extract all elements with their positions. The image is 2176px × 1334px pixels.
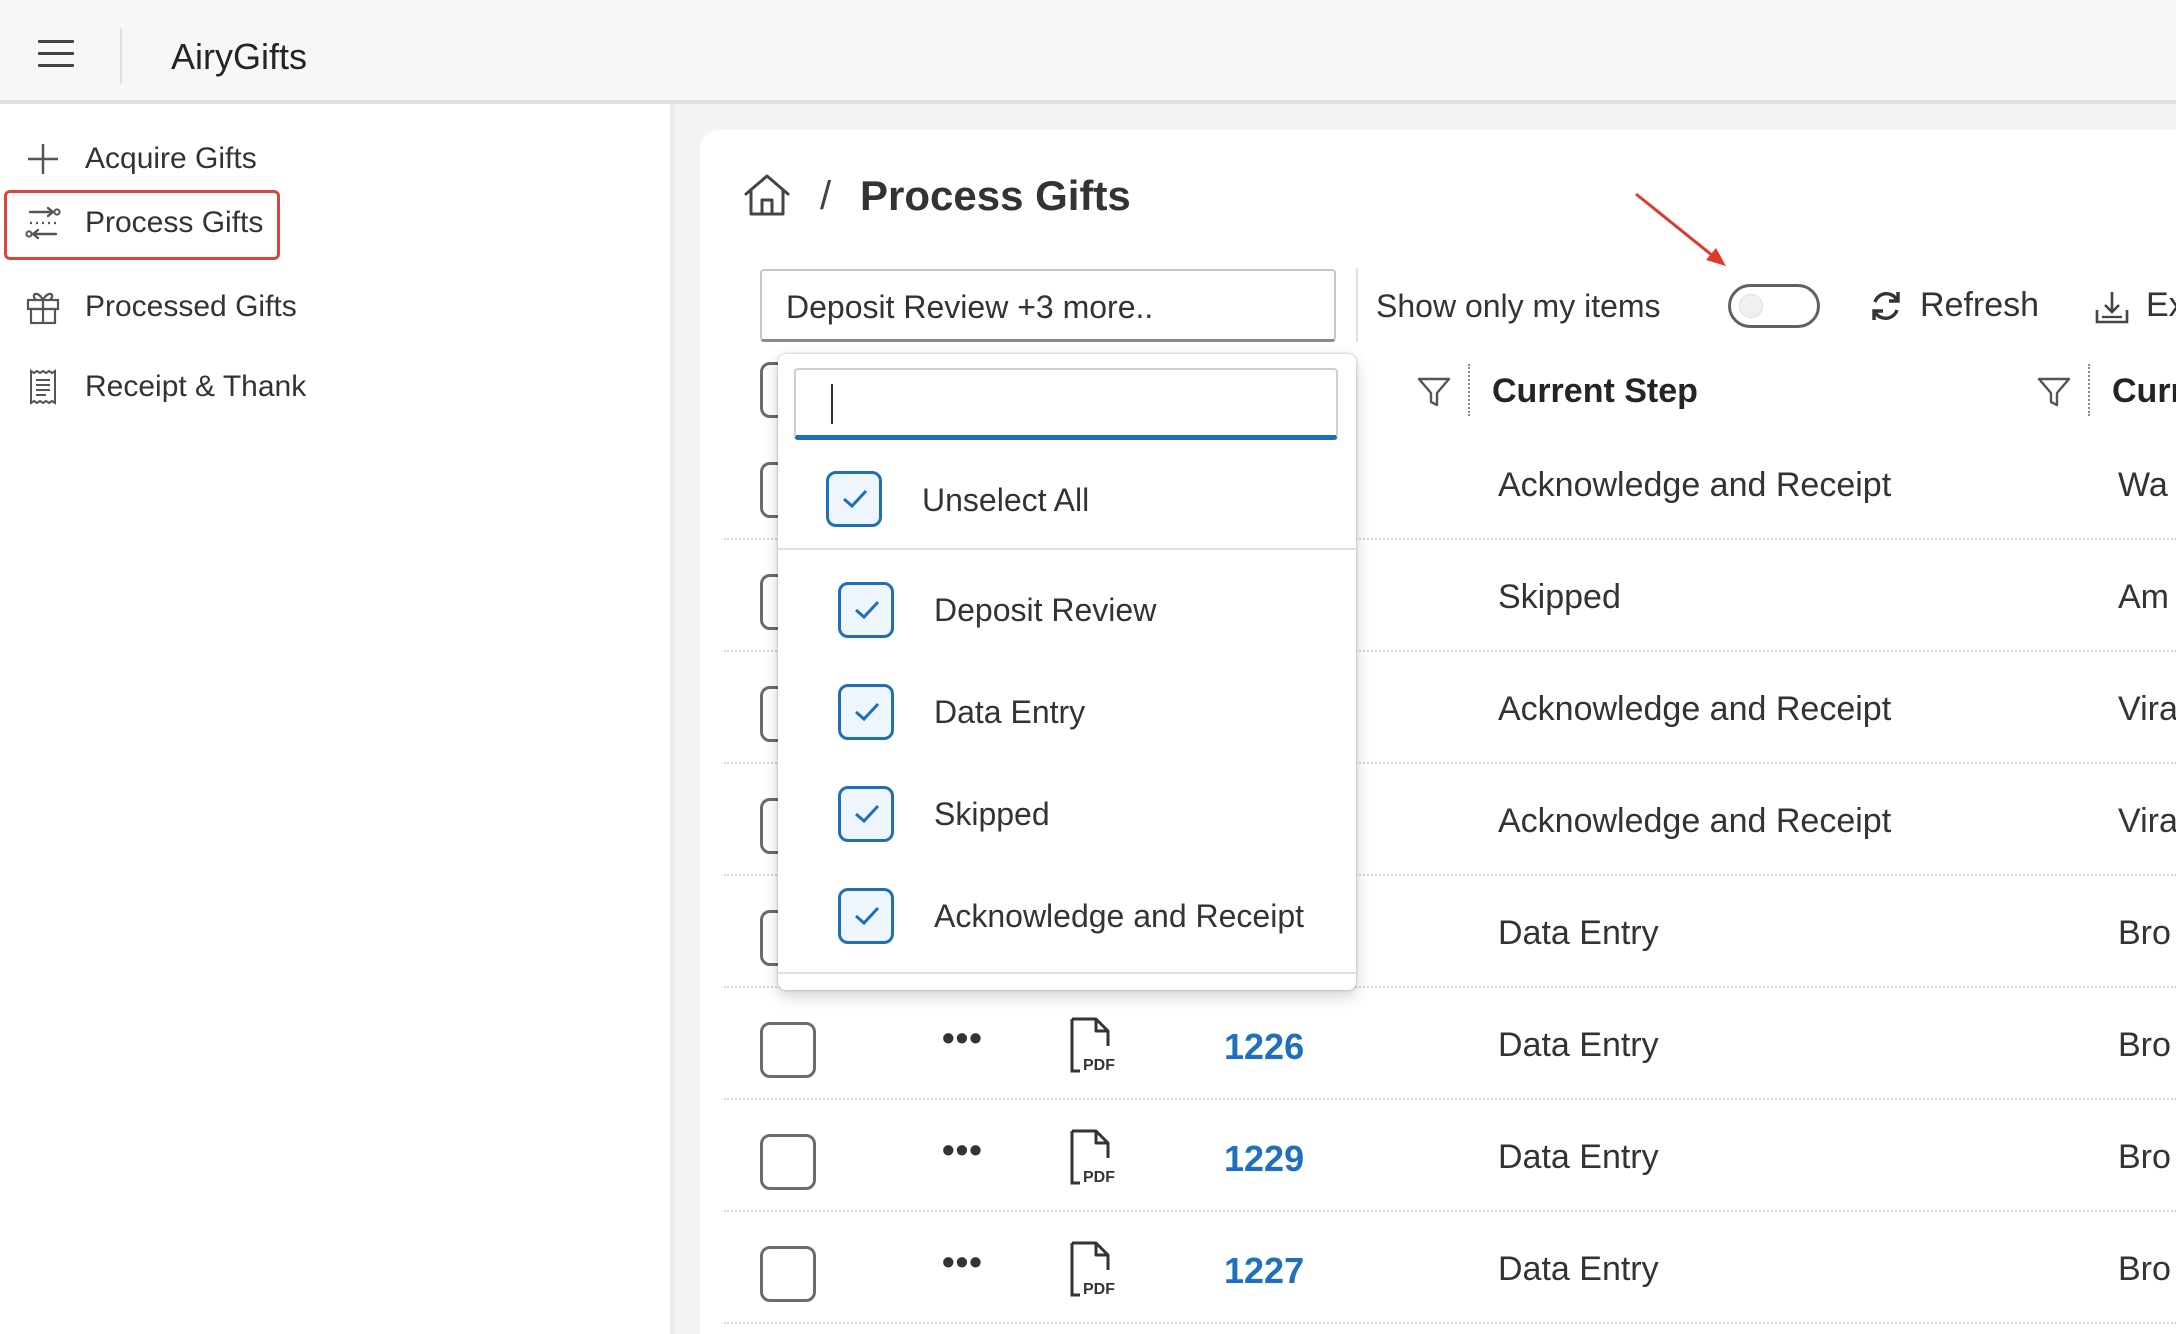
sidebar-item-receipt-thank[interactable]: Receipt & Thank xyxy=(4,354,306,418)
column-header-current-step[interactable]: Current Step xyxy=(1492,372,1698,411)
table-row[interactable]: ••• PDF 1227 Data Entry Bro xyxy=(724,1212,2176,1324)
gift-icon xyxy=(26,292,60,325)
current-user-cell: Bro xyxy=(2118,1138,2171,1176)
gift-id-link[interactable]: 1226 xyxy=(1224,1026,1304,1068)
svg-text:PDF: PDF xyxy=(1083,1169,1115,1186)
option-checkbox[interactable] xyxy=(838,888,894,944)
current-step-cell: Acknowledge and Receipt xyxy=(1498,690,1892,728)
current-step-cell: Data Entry xyxy=(1498,1026,1659,1064)
app-title: AiryGifts xyxy=(171,36,308,77)
filter-search-input[interactable] xyxy=(794,368,1338,440)
gift-id-link[interactable]: 1227 xyxy=(1224,1250,1304,1292)
current-user-cell: Am xyxy=(2118,578,2169,616)
current-user-cell: Bro xyxy=(2118,1026,2171,1064)
option-label: Deposit Review xyxy=(934,592,1157,628)
unselect-all-checkbox[interactable] xyxy=(826,471,882,527)
option-label: Acknowledge and Receipt xyxy=(934,898,1305,934)
filter-icon[interactable] xyxy=(1416,374,1452,410)
option-checkbox[interactable] xyxy=(838,786,894,842)
filter-option-data-entry[interactable]: Data Entry xyxy=(778,656,1356,746)
checkmark-icon xyxy=(855,804,880,824)
home-icon[interactable] xyxy=(742,172,792,218)
annotation-arrow-icon xyxy=(1635,192,1726,266)
filter-icon[interactable] xyxy=(2036,374,2072,410)
breadcrumb-separator: / xyxy=(820,174,832,218)
pdf-icon[interactable]: PDF xyxy=(1066,1016,1120,1074)
option-label: Skipped xyxy=(934,796,1050,832)
pdf-icon[interactable]: PDF xyxy=(1066,1128,1120,1186)
current-user-cell: Wa xyxy=(2118,466,2168,504)
plus-icon xyxy=(28,144,58,174)
row-checkbox[interactable] xyxy=(760,1134,816,1190)
sidebar: Acquire Gifts Process Gifts Processed Gi… xyxy=(0,104,674,1334)
sidebar-item-acquire-gifts[interactable]: Acquire Gifts xyxy=(4,126,280,190)
refresh-icon xyxy=(1872,292,1900,320)
export-label: Ex xyxy=(2146,286,2176,324)
column-separator[interactable] xyxy=(1468,364,1472,416)
step-filter-popup: Unselect All Deposit Review Data Entry S… xyxy=(778,354,1356,990)
option-label: Data Entry xyxy=(934,694,1086,730)
sidebar-item-processed-gifts[interactable]: Processed Gifts xyxy=(4,274,297,338)
row-checkbox[interactable] xyxy=(760,1246,816,1302)
show-only-my-items-toggle[interactable] xyxy=(1728,284,1820,328)
step-filter-value: Deposit Review +3 more.. xyxy=(786,289,1154,325)
checkmark-icon xyxy=(855,600,880,620)
filter-option-deposit-review[interactable]: Deposit Review xyxy=(778,554,1356,644)
gift-id-link[interactable]: 1229 xyxy=(1224,1138,1304,1180)
column-separator[interactable] xyxy=(2088,364,2092,416)
row-more-actions-button[interactable]: ••• xyxy=(942,1132,983,1168)
checkmark-icon xyxy=(855,702,880,722)
current-user-cell: Vira xyxy=(2118,690,2176,728)
receipt-icon xyxy=(30,369,56,405)
current-user-cell: Bro xyxy=(2118,914,2171,952)
checkmark-icon xyxy=(855,906,880,926)
current-user-cell: Bro xyxy=(2118,1250,2171,1288)
row-more-actions-button[interactable]: ••• xyxy=(942,1244,983,1280)
table-row[interactable]: ••• PDF 1229 Data Entry Bro xyxy=(724,1100,2176,1212)
sidebar-item-process-gifts[interactable]: Process Gifts xyxy=(4,190,280,260)
toolbar-divider xyxy=(1356,268,1358,342)
filter-option-skipped[interactable]: Skipped xyxy=(778,758,1356,848)
toggle-knob xyxy=(1739,294,1763,318)
dropdown-divider xyxy=(778,972,1356,974)
topbar-divider xyxy=(120,28,122,84)
export-button[interactable]: Ex xyxy=(2088,282,2176,332)
current-step-cell: Data Entry xyxy=(1498,914,1659,952)
checkmark-icon xyxy=(843,489,868,509)
pdf-icon[interactable]: PDF xyxy=(1066,1240,1120,1298)
table-row[interactable]: ••• PDF 1226 Data Entry Bro xyxy=(724,988,2176,1100)
current-user-cell: Vira xyxy=(2118,802,2176,840)
export-download-icon xyxy=(2095,292,2129,324)
refresh-button[interactable]: Refresh xyxy=(1862,282,2042,332)
hamburger-menu-icon[interactable] xyxy=(38,40,74,68)
unselect-all-option[interactable]: Unselect All xyxy=(778,454,1356,544)
option-checkbox[interactable] xyxy=(838,684,894,740)
current-step-cell: Acknowledge and Receipt xyxy=(1498,802,1892,840)
sidebar-item-label: Receipt & Thank xyxy=(85,370,307,403)
svg-text:PDF: PDF xyxy=(1083,1281,1115,1298)
svg-text:PDF: PDF xyxy=(1083,1057,1115,1074)
refresh-label: Refresh xyxy=(1920,286,2040,324)
sidebar-item-label: Process Gifts xyxy=(85,206,264,239)
sidebar-item-label: Acquire Gifts xyxy=(85,142,257,175)
unselect-all-label: Unselect All xyxy=(922,482,1090,518)
row-more-actions-button[interactable]: ••• xyxy=(942,1020,983,1056)
page-title: Process Gifts xyxy=(860,172,1131,219)
process-flow-icon xyxy=(25,206,61,240)
filter-option-acknowledge-receipt[interactable]: Acknowledge and Receipt xyxy=(778,860,1356,950)
current-step-cell: Acknowledge and Receipt xyxy=(1498,466,1892,504)
dropdown-divider xyxy=(778,548,1356,550)
sidebar-item-label: Processed Gifts xyxy=(85,290,297,323)
step-filter-dropdown[interactable]: Deposit Review +3 more.. xyxy=(760,269,1336,342)
text-cursor xyxy=(831,384,833,424)
current-step-cell: Data Entry xyxy=(1498,1138,1659,1176)
column-header-current-user[interactable]: Curr xyxy=(2112,372,2176,411)
current-step-cell: Data Entry xyxy=(1498,1250,1659,1288)
option-checkbox[interactable] xyxy=(838,582,894,638)
current-step-cell: Skipped xyxy=(1498,578,1621,616)
top-app-bar: AiryGifts xyxy=(0,0,2176,104)
show-only-my-items-label: Show only my items xyxy=(1376,288,1661,324)
row-checkbox[interactable] xyxy=(760,1022,816,1078)
